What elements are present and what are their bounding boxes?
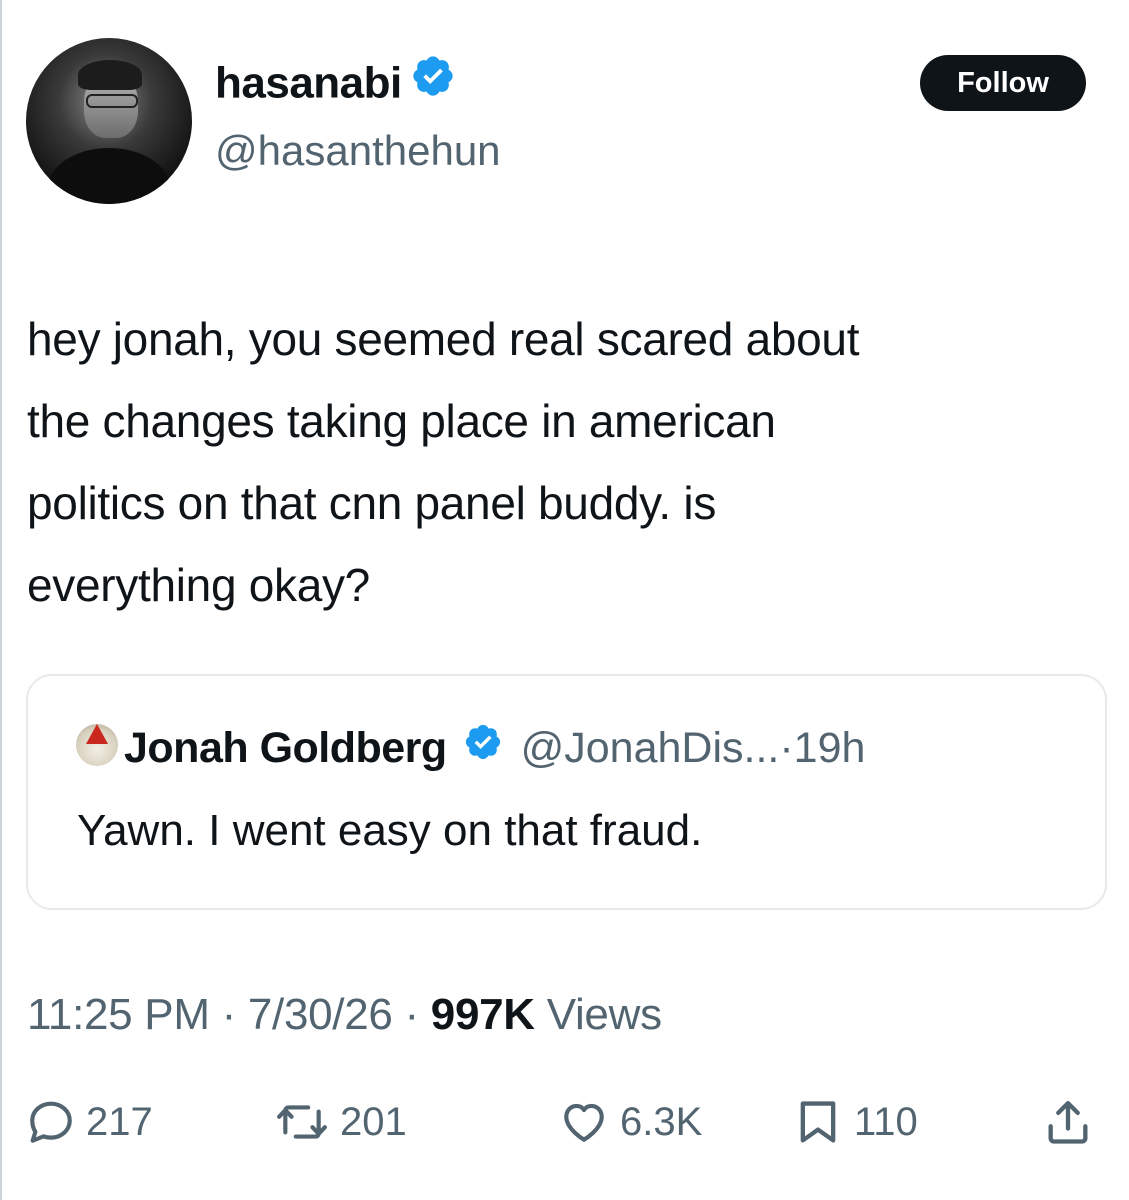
verified-badge-icon [463, 722, 503, 774]
author-handle[interactable]: @hasanthehun [215, 126, 501, 176]
tweet-text-line: everything okay? [27, 559, 370, 611]
bookmark-button[interactable]: 110 [792, 1092, 918, 1152]
heart-icon [564, 1103, 604, 1142]
reply-button[interactable]: 217 [26, 1092, 153, 1152]
share-button[interactable] [1042, 1092, 1094, 1152]
author-display-name[interactable]: hasanabi [215, 59, 402, 108]
views-label: Views [534, 990, 662, 1039]
tweet-frame: hasanabi @hasanthehun Follow hey jonah, … [0, 0, 1127, 1200]
tweet-text-line: politics on that cnn panel buddy. is [27, 477, 717, 529]
views-count: 997K [430, 990, 535, 1039]
like-count: 6.3K [620, 1099, 703, 1144]
bookmark-icon [800, 1101, 836, 1143]
quoted-tweet-text: Yawn. I went easy on that fraud. [77, 806, 703, 855]
quoted-tweet-card[interactable]: Jonah Goldberg @JonahDis...·19h Yawn. I … [26, 674, 1107, 910]
action-bar: 217 201 6.3K 110 [2, 1092, 1129, 1152]
avatar-hair-shape [78, 60, 142, 90]
follow-button[interactable]: Follow [920, 55, 1086, 111]
avatar-body-shape [48, 148, 170, 204]
avatar-glasses-shape [86, 94, 138, 108]
tweet-text-line: hey jonah, you seemed real scared about [27, 313, 860, 365]
reply-count: 217 [86, 1099, 153, 1144]
quoted-handle-time: @JonahDis...·19h [520, 724, 866, 772]
repost-count: 201 [340, 1099, 407, 1144]
tweet-text: hey jonah, you seemed real scared about … [27, 298, 1122, 626]
reply-icon [30, 1101, 72, 1143]
like-button[interactable]: 6.3K [558, 1092, 702, 1152]
quoted-tweet-header: Jonah Goldberg @JonahDis...·19h [124, 722, 865, 777]
author-name-row[interactable]: hasanabi [215, 56, 456, 115]
tweet-text-line: the changes taking place in american [27, 395, 776, 447]
tweet-timestamp[interactable]: 11:25 PM · 7/30/26 · [27, 990, 431, 1039]
repost-icon [277, 1105, 327, 1139]
avatar-party-hat-shape [86, 724, 108, 744]
quoted-author-name[interactable]: Jonah Goldberg [124, 724, 447, 772]
bookmark-count: 110 [854, 1099, 918, 1144]
quoted-author-avatar[interactable] [76, 724, 118, 766]
verified-badge-icon[interactable] [410, 53, 456, 111]
share-icon [1048, 1100, 1088, 1144]
author-avatar[interactable] [26, 38, 192, 204]
tweet-meta-line: 11:25 PM · 7/30/26 · 997K Views [27, 988, 662, 1042]
repost-button[interactable]: 201 [274, 1092, 407, 1152]
